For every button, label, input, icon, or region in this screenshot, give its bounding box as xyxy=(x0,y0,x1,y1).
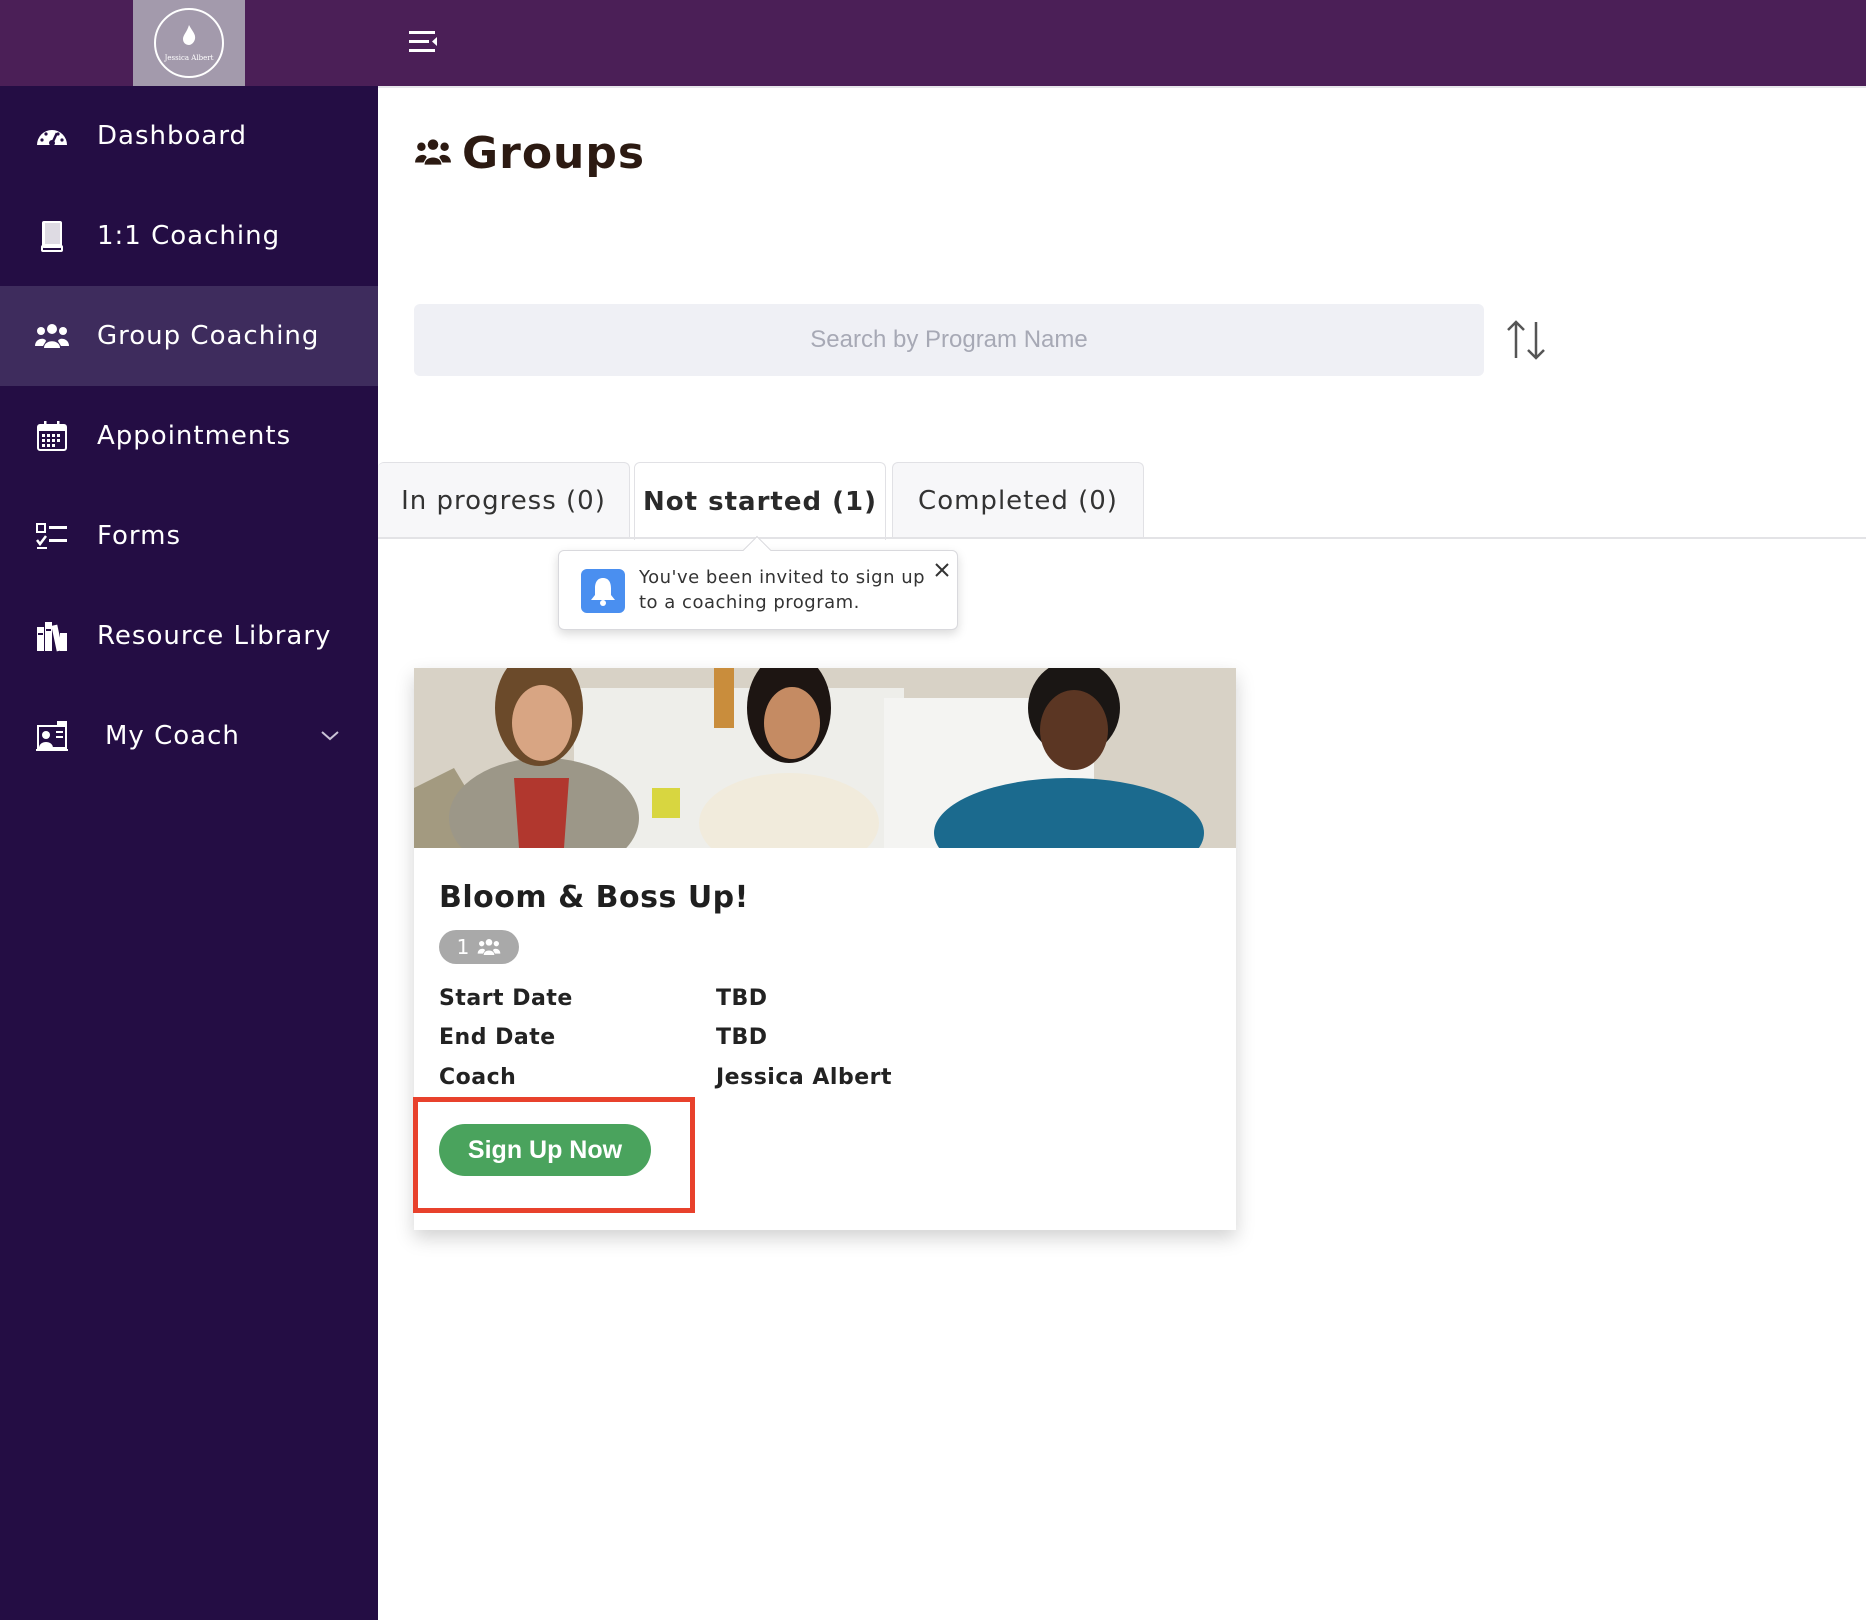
program-card: Bloom & Boss Up! 1 Start Date TBD End Da… xyxy=(413,668,1236,1230)
tabs-divider xyxy=(378,537,1866,539)
tab-completed[interactable]: Completed (0) xyxy=(892,462,1144,538)
sidebar-item-dashboard[interactable]: Dashboard xyxy=(0,86,378,186)
sidebar-item-label: Appointments xyxy=(97,421,292,451)
sidebar-item-label: 1:1 Coaching xyxy=(97,221,281,251)
members-count: 1 xyxy=(456,935,470,959)
dashboard-gauge-icon xyxy=(33,117,71,155)
main-content: Groups In progress (0) Not started (1) C… xyxy=(378,86,1866,1620)
top-bar: Jessica Albert xyxy=(0,0,1866,86)
page-header: Groups xyxy=(414,128,645,179)
members-count-badge: 1 xyxy=(439,930,519,964)
sidebar-item-forms[interactable]: Forms xyxy=(0,486,378,586)
users-icon xyxy=(33,317,71,355)
logo-emblem: Jessica Albert xyxy=(154,8,224,78)
tooltip-message: You've been invited to sign up to a coac… xyxy=(639,567,926,613)
library-books-icon xyxy=(33,617,71,655)
tab-label: In progress (0) xyxy=(401,485,606,516)
checklist-icon xyxy=(33,517,71,555)
users-icon xyxy=(414,136,452,172)
page-title: Groups xyxy=(462,128,646,179)
brand-logo[interactable]: Jessica Albert xyxy=(133,0,245,86)
sidebar-item-resource-library[interactable]: Resource Library xyxy=(0,586,378,686)
logo-signature: Jessica Albert xyxy=(164,54,214,62)
flame-icon xyxy=(180,24,198,50)
tab-not-started[interactable]: Not started (1) xyxy=(634,462,886,540)
invitation-tooltip: You've been invited to sign up to a coac… xyxy=(558,535,958,630)
tab-label: Not started (1) xyxy=(643,486,877,517)
sidebar: Dashboard 1:1 Coaching Group Coaching Ap… xyxy=(0,86,378,1620)
chevron-down-icon[interactable] xyxy=(318,724,342,748)
calendar-icon xyxy=(33,417,71,455)
tooltip-arrow xyxy=(742,535,772,565)
coach-label: Coach xyxy=(439,1065,517,1090)
coach-value: Jessica Albert xyxy=(716,1065,892,1090)
sidebar-item-label: Group Coaching xyxy=(97,321,320,351)
users-icon xyxy=(478,939,501,955)
book-icon xyxy=(33,217,71,255)
sidebar-item-label: Forms xyxy=(97,521,182,551)
sidebar-item-group-coaching[interactable]: Group Coaching xyxy=(0,286,378,386)
bell-icon xyxy=(581,569,625,613)
search-input[interactable] xyxy=(414,304,1484,376)
end-date-label: End Date xyxy=(439,1025,556,1050)
program-cover-image xyxy=(414,668,1236,848)
sidebar-item-appointments[interactable]: Appointments xyxy=(0,386,378,486)
start-date-label: Start Date xyxy=(439,986,573,1011)
sign-up-button[interactable]: Sign Up Now xyxy=(439,1124,651,1176)
sidebar-item-my-coach[interactable]: My Coach xyxy=(0,686,378,786)
menu-collapse-icon[interactable] xyxy=(405,26,441,58)
sidebar-item-label: Dashboard xyxy=(97,121,248,151)
program-title: Bloom & Boss Up! xyxy=(439,880,749,915)
close-icon[interactable] xyxy=(931,559,953,581)
tab-in-progress[interactable]: In progress (0) xyxy=(378,462,630,538)
coach-board-icon xyxy=(33,717,71,755)
sort-up-down-icon[interactable] xyxy=(1498,312,1554,368)
start-date-value: TBD xyxy=(716,986,768,1011)
sidebar-item-label: Resource Library xyxy=(97,621,332,651)
tab-label: Completed (0) xyxy=(918,485,1118,516)
sidebar-item-one-on-one-coaching[interactable]: 1:1 Coaching xyxy=(0,186,378,286)
sidebar-item-label: My Coach xyxy=(105,721,240,751)
end-date-value: TBD xyxy=(716,1025,768,1050)
